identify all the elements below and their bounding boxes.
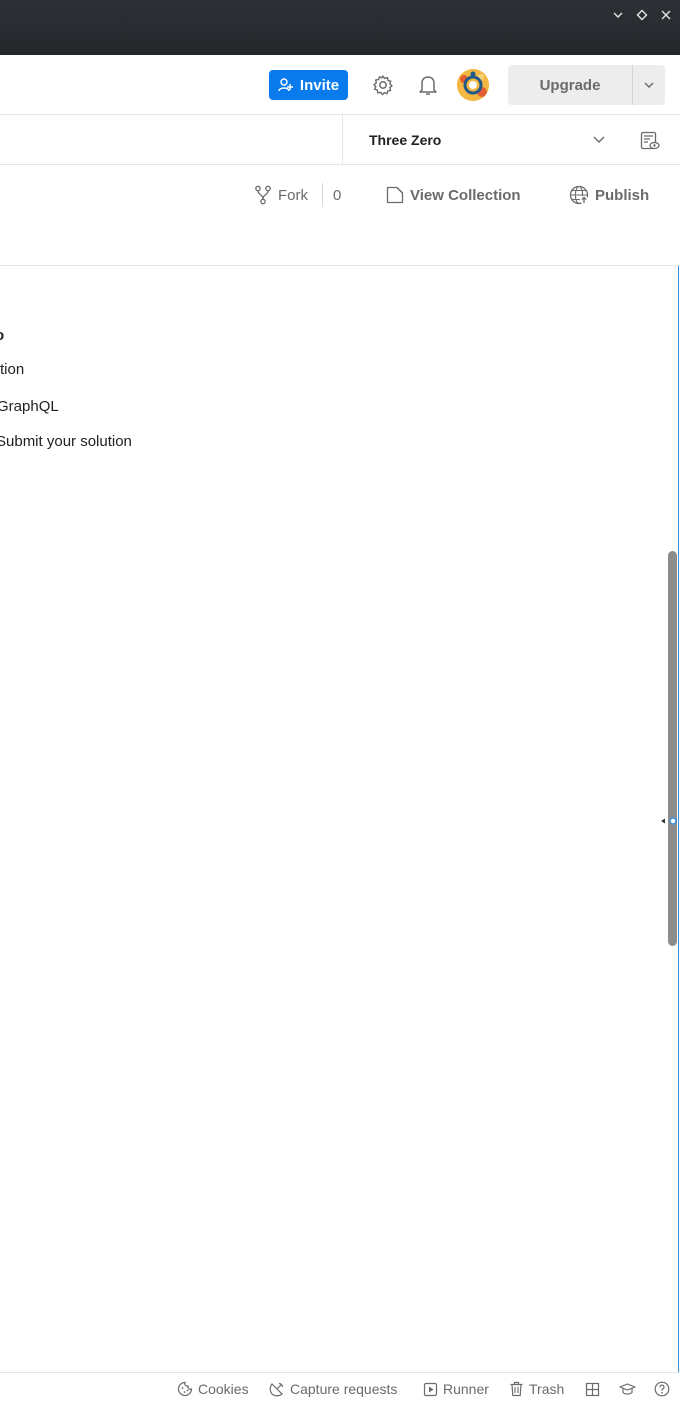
environment-name: Three Zero	[369, 132, 442, 148]
fork-count[interactable]: 0	[333, 183, 341, 207]
cookies-button[interactable]: Cookies	[177, 1380, 249, 1398]
invite-label: Invite	[299, 76, 340, 94]
capture-requests-label: Capture requests	[290, 1381, 398, 1397]
fork-count-value: 0	[333, 186, 342, 204]
runner-label: Runner	[443, 1381, 489, 1397]
app-header: Invite Upgrade	[0, 55, 680, 115]
upgrade-button[interactable]: Upgrade	[508, 65, 665, 105]
runner-button[interactable]: Runner	[423, 1380, 489, 1398]
overview-link-1[interactable]: tion	[0, 361, 24, 378]
globe-upload-icon	[569, 185, 589, 205]
view-collection-button[interactable]: View Collection	[386, 183, 521, 207]
chevron-down-icon	[593, 136, 605, 143]
trash-icon	[510, 1381, 523, 1397]
trash-button[interactable]: Trash	[509, 1380, 564, 1398]
overview-link-2[interactable]: GraphQL	[0, 398, 59, 415]
play-box-icon	[423, 1382, 438, 1396]
view-collection-label: View Collection	[410, 186, 521, 204]
add-user-icon	[278, 78, 293, 92]
publish-button[interactable]: Publish	[569, 183, 649, 207]
overview-heading: o	[0, 327, 4, 344]
capture-requests-button[interactable]: Capture requests	[269, 1380, 397, 1398]
cookies-label: Cookies	[198, 1381, 249, 1397]
fork-label: Fork	[278, 186, 308, 204]
two-pane-view-icon[interactable]	[585, 1380, 600, 1398]
satellite-icon	[269, 1382, 284, 1397]
settings-icon[interactable]	[369, 71, 397, 99]
fork-divider	[322, 183, 323, 207]
fork-icon	[255, 185, 271, 205]
environment-quick-look-icon[interactable]	[636, 127, 664, 155]
upgrade-menu-chevron-icon[interactable]	[633, 65, 665, 105]
collection-icon	[386, 186, 404, 204]
upgrade-label: Upgrade	[539, 76, 601, 94]
cookie-icon	[177, 1381, 193, 1397]
user-avatar[interactable]	[457, 69, 489, 101]
close-window-icon[interactable]	[656, 5, 676, 25]
resize-handle-icon[interactable]	[659, 814, 679, 826]
trash-label: Trash	[529, 1381, 565, 1397]
title-bar	[0, 0, 680, 55]
collection-action-bar: Fork 0 View Collection Publish	[0, 165, 680, 266]
minimize-window-icon[interactable]	[608, 5, 628, 25]
status-bar: Cookies Capture requests Runner Trash	[0, 1372, 680, 1403]
environment-selector[interactable]: Three Zero	[342, 115, 620, 165]
environment-bar: Three Zero	[0, 115, 680, 165]
vertical-scrollbar[interactable]	[668, 551, 677, 946]
invite-button[interactable]: Invite	[269, 70, 348, 100]
notification-bell-icon[interactable]	[414, 71, 442, 99]
fork-button[interactable]: Fork	[254, 183, 308, 207]
help-icon[interactable]	[654, 1380, 670, 1398]
overview-link-3[interactable]: Submit your solution	[0, 433, 132, 450]
publish-label: Publish	[595, 186, 650, 204]
maximize-window-icon[interactable]	[632, 5, 652, 25]
learning-center-icon[interactable]	[619, 1380, 636, 1398]
